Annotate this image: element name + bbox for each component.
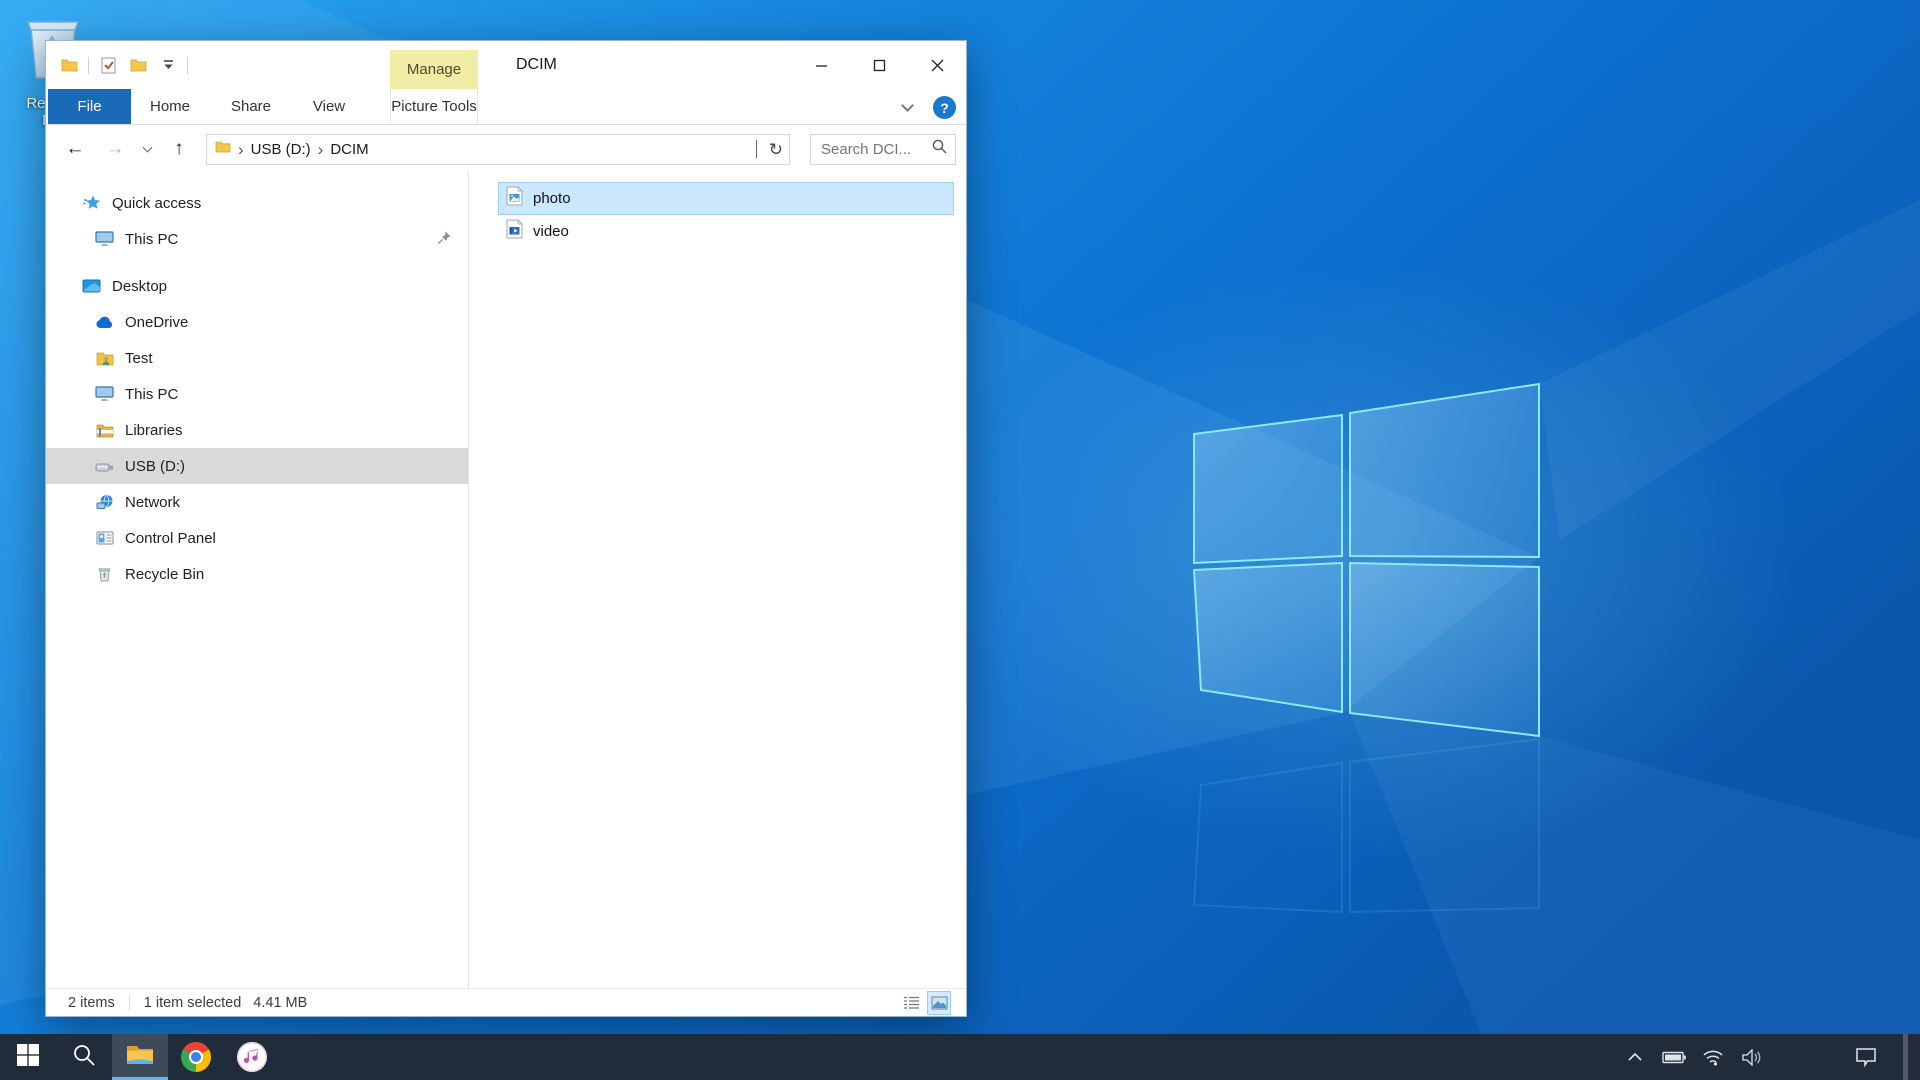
libraries-icon bbox=[95, 423, 114, 438]
taskbar-itunes-button[interactable] bbox=[224, 1034, 280, 1080]
video-file-icon bbox=[506, 219, 523, 244]
status-divider bbox=[129, 995, 130, 1011]
tab-share[interactable]: Share bbox=[216, 89, 286, 124]
tab-view[interactable]: View bbox=[300, 89, 358, 124]
sidebar-item-onedrive[interactable]: OneDrive bbox=[46, 304, 468, 340]
windows-start-icon bbox=[16, 1043, 40, 1072]
user-folder-icon bbox=[95, 351, 114, 366]
thumbnails-view-icon[interactable] bbox=[928, 992, 950, 1014]
up-button[interactable]: ↑ bbox=[164, 134, 194, 164]
tab-picture-tools[interactable]: Picture Tools bbox=[390, 89, 478, 124]
file-list: photo video bbox=[469, 173, 966, 988]
close-button[interactable] bbox=[908, 41, 966, 89]
tab-file[interactable]: File bbox=[48, 89, 131, 124]
show-desktop-button[interactable] bbox=[1903, 1034, 1908, 1080]
recycle-bin-small-icon bbox=[95, 566, 114, 582]
file-row-photo[interactable]: photo bbox=[498, 182, 954, 215]
itunes-icon bbox=[237, 1042, 267, 1072]
address-dropdown-chevron-icon[interactable] bbox=[756, 140, 757, 158]
ribbon-tab-row: File Home Share View Picture Tools ? bbox=[46, 89, 966, 125]
address-bar: ← → ↑ › USB (D:) › DCIM ↻ bbox=[46, 125, 966, 173]
selection-size: 4.41 MB bbox=[253, 995, 307, 1011]
chrome-icon bbox=[181, 1042, 211, 1072]
quick-access-toolbar bbox=[46, 54, 188, 76]
taskbar-search-button[interactable] bbox=[56, 1034, 112, 1080]
sidebar-item-this-pc[interactable]: This PC bbox=[46, 376, 468, 412]
navigation-pane: Quick access This PC Desktop bbox=[46, 173, 468, 988]
taskbar-chrome-button[interactable] bbox=[168, 1034, 224, 1080]
onedrive-cloud-icon bbox=[95, 316, 114, 329]
minimize-button[interactable] bbox=[792, 41, 850, 89]
explorer-content: Quick access This PC Desktop bbox=[46, 173, 966, 988]
new-folder-icon[interactable] bbox=[127, 54, 149, 76]
help-icon[interactable]: ? bbox=[933, 96, 956, 119]
sidebar-item-quick-access[interactable]: Quick access bbox=[46, 185, 468, 221]
forward-button[interactable]: → bbox=[100, 134, 130, 164]
maximize-button[interactable] bbox=[850, 41, 908, 89]
volume-icon[interactable] bbox=[1740, 1045, 1764, 1069]
breadcrumb-chevron-icon: › bbox=[318, 141, 324, 158]
address-box[interactable]: › USB (D:) › DCIM ↻ bbox=[206, 134, 790, 165]
quick-access-star-icon bbox=[82, 194, 101, 212]
taskbar bbox=[0, 1034, 1920, 1080]
back-button[interactable]: ← bbox=[60, 134, 90, 164]
this-pc-icon bbox=[95, 231, 114, 247]
control-panel-icon bbox=[95, 531, 114, 545]
qat-divider bbox=[187, 57, 188, 74]
breadcrumb-chevron-icon: › bbox=[238, 141, 244, 158]
wifi-icon[interactable] bbox=[1701, 1045, 1725, 1069]
breadcrumb-dcim[interactable]: DCIM bbox=[330, 141, 368, 158]
search-icon[interactable] bbox=[932, 139, 947, 159]
sidebar-item-test[interactable]: Test bbox=[46, 340, 468, 376]
sidebar-item-control-panel[interactable]: Control Panel bbox=[46, 520, 468, 556]
sidebar-item-usb-d[interactable]: USB (D:) bbox=[46, 448, 468, 484]
explorer-folder-icon[interactable] bbox=[58, 54, 80, 76]
qat-divider bbox=[88, 57, 89, 74]
file-explorer-icon bbox=[126, 1043, 154, 1072]
window-title: DCIM bbox=[516, 41, 557, 89]
sidebar-item-network[interactable]: Network bbox=[46, 484, 468, 520]
address-folder-icon bbox=[215, 140, 231, 158]
desktop-icon bbox=[82, 279, 101, 294]
network-icon bbox=[95, 494, 114, 510]
file-name: photo bbox=[533, 190, 571, 207]
file-row-video[interactable]: video bbox=[498, 215, 954, 248]
contextual-tab-manage[interactable]: Manage bbox=[390, 50, 478, 89]
search-input[interactable] bbox=[821, 141, 932, 158]
sidebar-item-desktop[interactable]: Desktop bbox=[46, 268, 468, 304]
item-count: 2 items bbox=[68, 995, 115, 1011]
breadcrumb-usb[interactable]: USB (D:) bbox=[251, 141, 311, 158]
pin-icon bbox=[437, 230, 452, 249]
recent-locations-chevron-icon[interactable] bbox=[138, 134, 156, 164]
usb-drive-icon bbox=[95, 461, 114, 472]
tab-home[interactable]: Home bbox=[136, 89, 204, 124]
hidden-icons-chevron-icon[interactable] bbox=[1623, 1045, 1647, 1069]
start-button[interactable] bbox=[0, 1034, 56, 1080]
taskbar-file-explorer-button[interactable] bbox=[112, 1034, 168, 1080]
file-explorer-window: Manage DCIM File Home Share View Picture… bbox=[45, 40, 967, 1017]
expand-ribbon-chevron-icon[interactable] bbox=[892, 89, 922, 125]
sidebar-item-libraries[interactable]: Libraries bbox=[46, 412, 468, 448]
battery-icon[interactable] bbox=[1662, 1045, 1686, 1069]
search-icon bbox=[72, 1043, 96, 1072]
action-center-icon[interactable] bbox=[1854, 1045, 1878, 1069]
sidebar-item-this-pc-pinned[interactable]: This PC bbox=[46, 221, 468, 257]
details-view-icon[interactable] bbox=[900, 992, 922, 1014]
properties-check-icon[interactable] bbox=[97, 54, 119, 76]
status-bar: 2 items 1 item selected 4.41 MB bbox=[46, 988, 966, 1016]
sidebar-item-recycle-bin[interactable]: Recycle Bin bbox=[46, 556, 468, 592]
title-bar: Manage DCIM bbox=[46, 41, 966, 89]
window-controls bbox=[792, 41, 966, 89]
selection-count: 1 item selected bbox=[144, 995, 242, 1011]
customize-qat-chevron-icon[interactable] bbox=[157, 54, 179, 76]
image-file-icon bbox=[506, 186, 523, 211]
file-name: video bbox=[533, 223, 569, 240]
this-pc-icon bbox=[95, 386, 114, 402]
refresh-icon[interactable]: ↻ bbox=[769, 141, 783, 158]
system-tray bbox=[1623, 1034, 1920, 1080]
search-box bbox=[810, 134, 956, 165]
